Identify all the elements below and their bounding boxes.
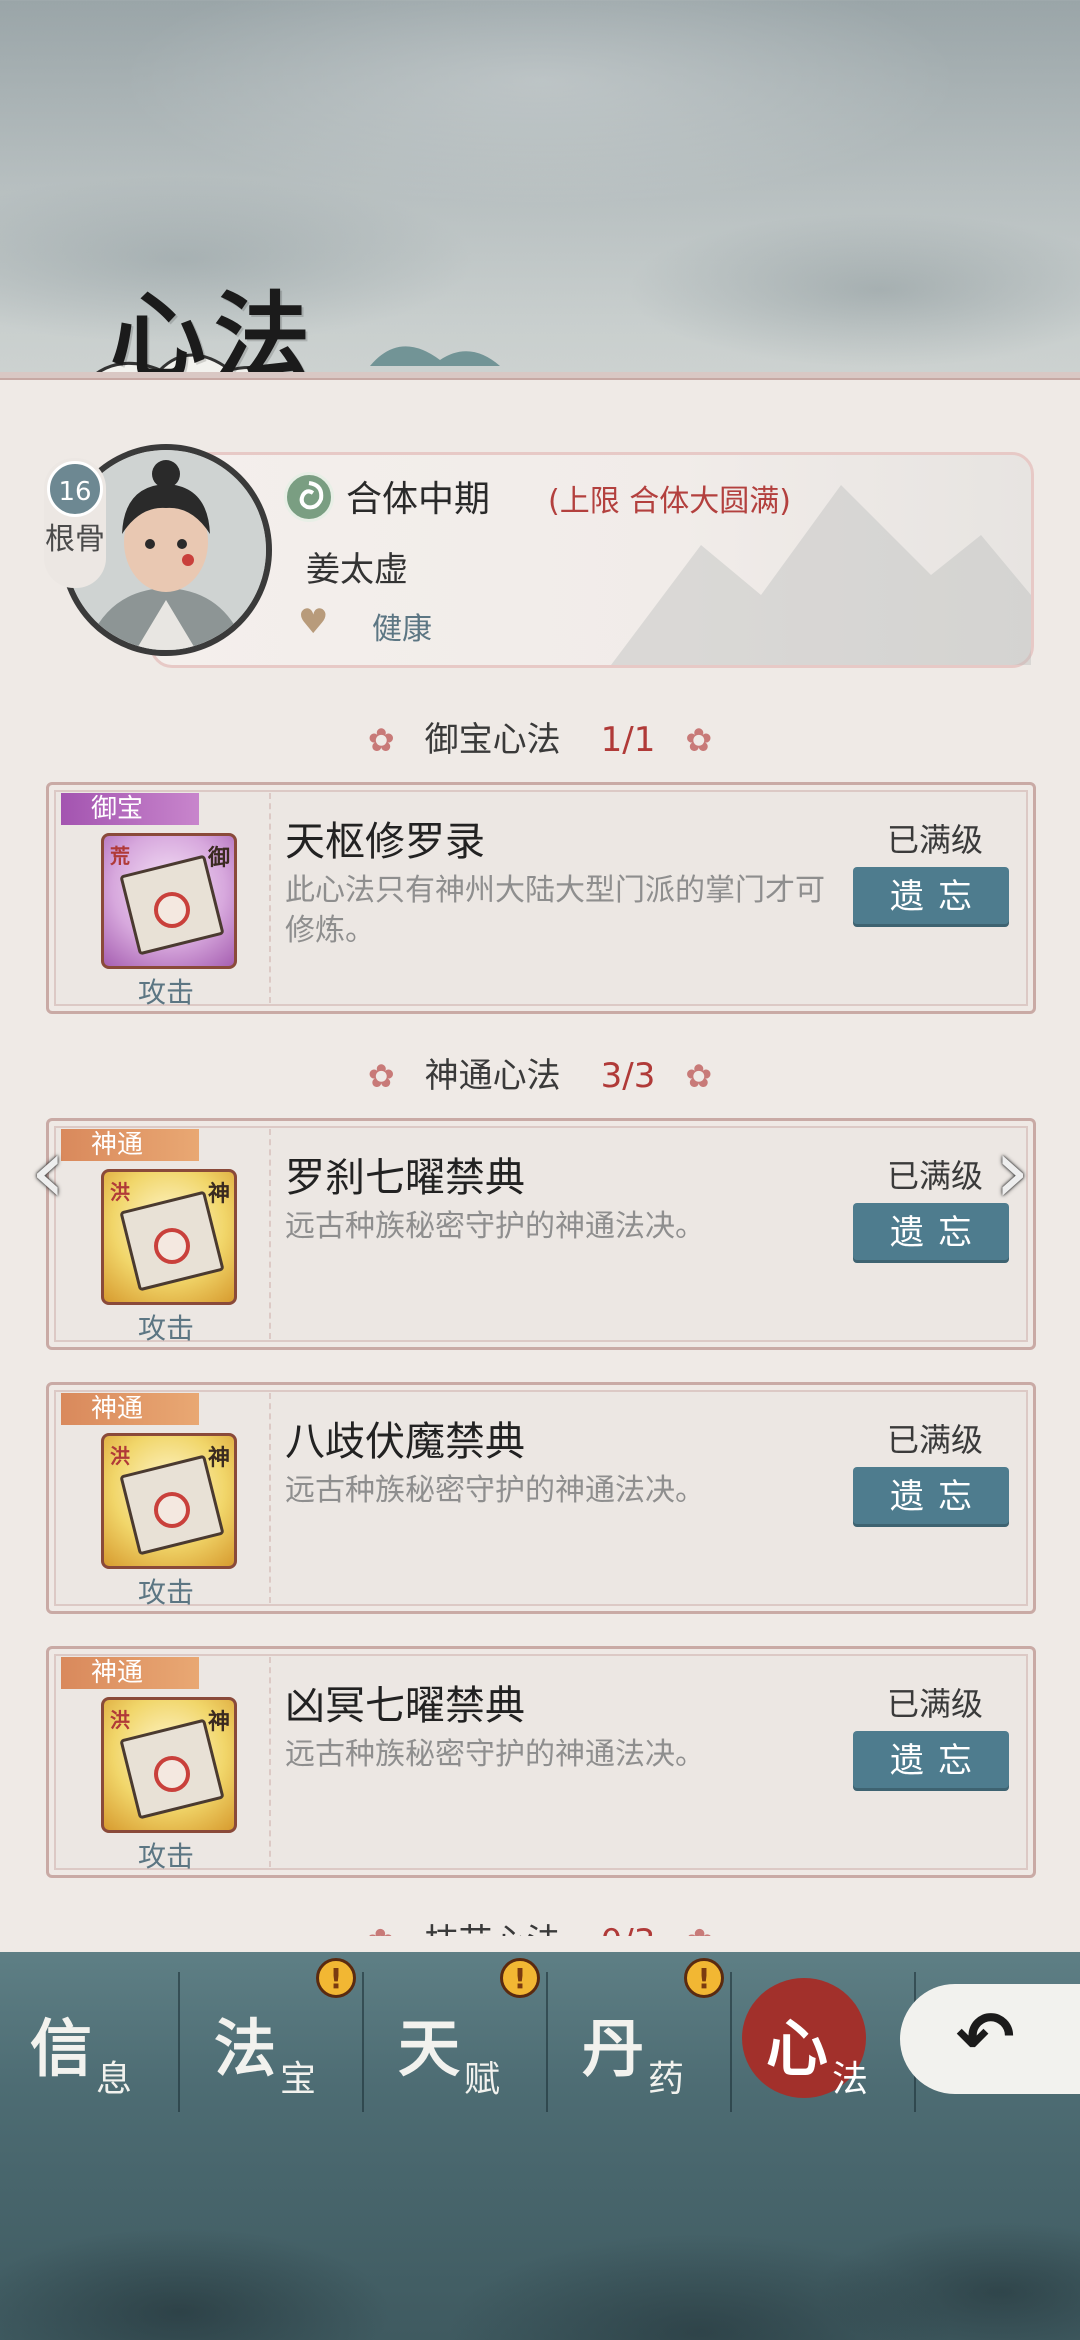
skill-scroll-icon[interactable]: 洪 神 <box>101 1433 237 1569</box>
skill-description: 远古种族秘密守护的神通法决。 <box>285 1209 705 1244</box>
skill-card[interactable]: 神通 洪 神 攻击 八歧伏魔禁典 远古种族秘密守护的神通法决。 已满级 遗忘 <box>46 1382 1036 1614</box>
section-title: 神通心法 <box>424 1056 561 1096</box>
skill-name: 八歧伏魔禁典 <box>285 1419 525 1465</box>
back-arrow-icon: ↶ <box>956 1996 1015 2078</box>
skill-type: 攻击 <box>137 1576 194 1609</box>
tab-label-small: 宝 <box>280 2059 317 2100</box>
grade-mark: 荒 <box>110 844 130 868</box>
tab-label-small: 息 <box>96 2059 133 2100</box>
tab-treasure[interactable]: 法 宝 ! <box>184 1958 364 2112</box>
realm-cap: (上限 合体大圆满) <box>548 484 791 519</box>
skill-status: 已满级 <box>886 821 983 859</box>
skill-scroll-icon[interactable]: 洪 神 <box>101 1169 237 1305</box>
flower-icon: ✿ <box>685 1922 714 1936</box>
heart-icon: ♥ <box>298 602 329 642</box>
skill-icon-box: 神通 洪 神 攻击 <box>61 1393 271 1609</box>
grade-mark: 洪 <box>110 1708 130 1732</box>
root-level: 16 <box>47 461 103 517</box>
bottom-nav-area: 信 息 法 宝 ! 天 赋 ! 丹 药 ! 心 法 ↶ <box>0 1952 1080 2340</box>
alert-icon: ! <box>316 1958 356 1998</box>
tab-talent[interactable]: 天 赋 ! <box>368 1958 548 2112</box>
skill-tag: 御宝 <box>61 793 199 825</box>
category-mark: 神 <box>207 1182 230 1207</box>
skill-status: 已满级 <box>886 1421 983 1459</box>
category-mark: 神 <box>207 1710 230 1735</box>
tab-label-big: 天 <box>398 2012 461 2085</box>
forget-button[interactable]: 遗忘 <box>853 867 1009 927</box>
skill-type: 攻击 <box>137 1312 194 1345</box>
section-title: 御宝心法 <box>424 720 561 760</box>
skill-description: 远古种族秘密守护的神通法决。 <box>285 1473 705 1508</box>
tab-label-big: 法 <box>214 2012 277 2085</box>
section-count: 3/3 <box>600 1056 656 1096</box>
flower-icon: ✿ <box>685 1057 713 1095</box>
tab-label-small: 赋 <box>464 2059 501 2100</box>
forget-button[interactable]: 遗忘 <box>853 1203 1009 1263</box>
flower-icon: ✿ <box>367 721 395 759</box>
flower-icon: ✿ <box>685 721 713 759</box>
tab-elixir[interactable]: 丹 药 ! <box>552 1958 732 2112</box>
root-bone-badge: 16 根骨 <box>44 458 106 588</box>
skill-type: 攻击 <box>137 1840 194 1873</box>
skill-status: 已满级 <box>886 1157 983 1195</box>
skill-card[interactable]: 神通 洪 神 攻击 罗刹七曜禁典 远古种族秘密守护的神通法决。 已满级 遗忘 <box>46 1118 1036 1350</box>
skill-book-icon[interactable]: 荒 御 <box>101 833 237 969</box>
skill-card[interactable]: 御宝 荒 御 攻击 天枢修罗录 此心法只有神州大陆大型门派的掌门才可修炼。 已满… <box>46 782 1036 1014</box>
skill-tag: 神通 <box>61 1393 199 1425</box>
skill-scroll-icon[interactable]: 洪 神 <box>101 1697 237 1833</box>
section-count: 0/3 <box>601 1922 656 1936</box>
health-status: 健康 <box>372 612 432 647</box>
skill-type: 攻击 <box>137 976 194 1009</box>
section-header-jiyi: ✿ 技艺心法 0/3 ✿ <box>0 1906 1080 1936</box>
tab-info[interactable]: 信 息 <box>0 1972 180 2112</box>
skill-name: 凶冥七曜禁典 <box>285 1683 525 1729</box>
back-button[interactable]: ↶ <box>900 1984 1080 2094</box>
tab-label-big: 心 <box>766 2012 829 2085</box>
alert-icon: ! <box>500 1958 540 1998</box>
flower-icon: ✿ <box>366 1922 395 1936</box>
forget-button[interactable]: 遗忘 <box>853 1731 1009 1791</box>
skill-name: 罗刹七曜禁典 <box>285 1155 525 1201</box>
grade-mark: 洪 <box>110 1180 130 1204</box>
cultivation-realm: 合体中期 <box>346 479 491 520</box>
grade-mark: 洪 <box>110 1444 130 1468</box>
category-mark: 神 <box>207 1446 230 1471</box>
tab-label-big: 信 <box>30 2012 93 2085</box>
tab-heart-method[interactable]: 心 法 <box>736 1972 916 2112</box>
forget-button[interactable]: 遗忘 <box>853 1467 1009 1527</box>
tab-label-big: 丹 <box>582 2012 645 2085</box>
skill-description: 此心法只有神州大陆大型门派的掌门才可修炼。 <box>285 873 825 948</box>
tab-label-small: 法 <box>832 2059 869 2100</box>
root-label: 根骨 <box>45 522 105 557</box>
main-panel: 16 根骨 合体中期 (上限 合体大圆满) 姜太虚 ♥ 健康 ✿ 御宝心法 1/1 ✿… <box>0 372 1080 1952</box>
section-count: 1/1 <box>600 720 656 760</box>
skill-name: 天枢修罗录 <box>285 819 485 865</box>
mountain-mist-decoration <box>0 2112 1080 2340</box>
skill-icon-box: 神通 洪 神 攻击 <box>61 1129 271 1345</box>
skill-icon-box: 御宝 荒 御 攻击 <box>61 793 271 1009</box>
character-name: 姜太虚 <box>306 550 408 590</box>
skill-tag: 神通 <box>61 1657 199 1689</box>
alert-icon: ! <box>684 1958 724 1998</box>
skill-icon-box: 神通 洪 神 攻击 <box>61 1657 271 1873</box>
skill-description: 远古种族秘密守护的神通法决。 <box>285 1737 705 1772</box>
section-header-shentong: ✿ 神通心法 3/3 ✿ <box>0 1048 1080 1098</box>
section-header-yubao: ✿ 御宝心法 1/1 ✿ <box>0 712 1080 762</box>
category-mark: 御 <box>207 846 230 871</box>
next-arrow-icon[interactable]: › <box>994 1122 1054 1222</box>
skill-card[interactable]: 神通 洪 神 攻击 凶冥七曜禁典 远古种族秘密守护的神通法决。 已满级 遗忘 <box>46 1646 1036 1878</box>
prev-arrow-icon[interactable]: ‹ <box>30 1122 90 1222</box>
tab-label-small: 药 <box>648 2059 685 2100</box>
skill-status: 已满级 <box>886 1685 983 1723</box>
realm-swirl-icon <box>284 472 334 522</box>
flower-icon: ✿ <box>367 1057 395 1095</box>
section-title: 技艺心法 <box>425 1922 561 1936</box>
